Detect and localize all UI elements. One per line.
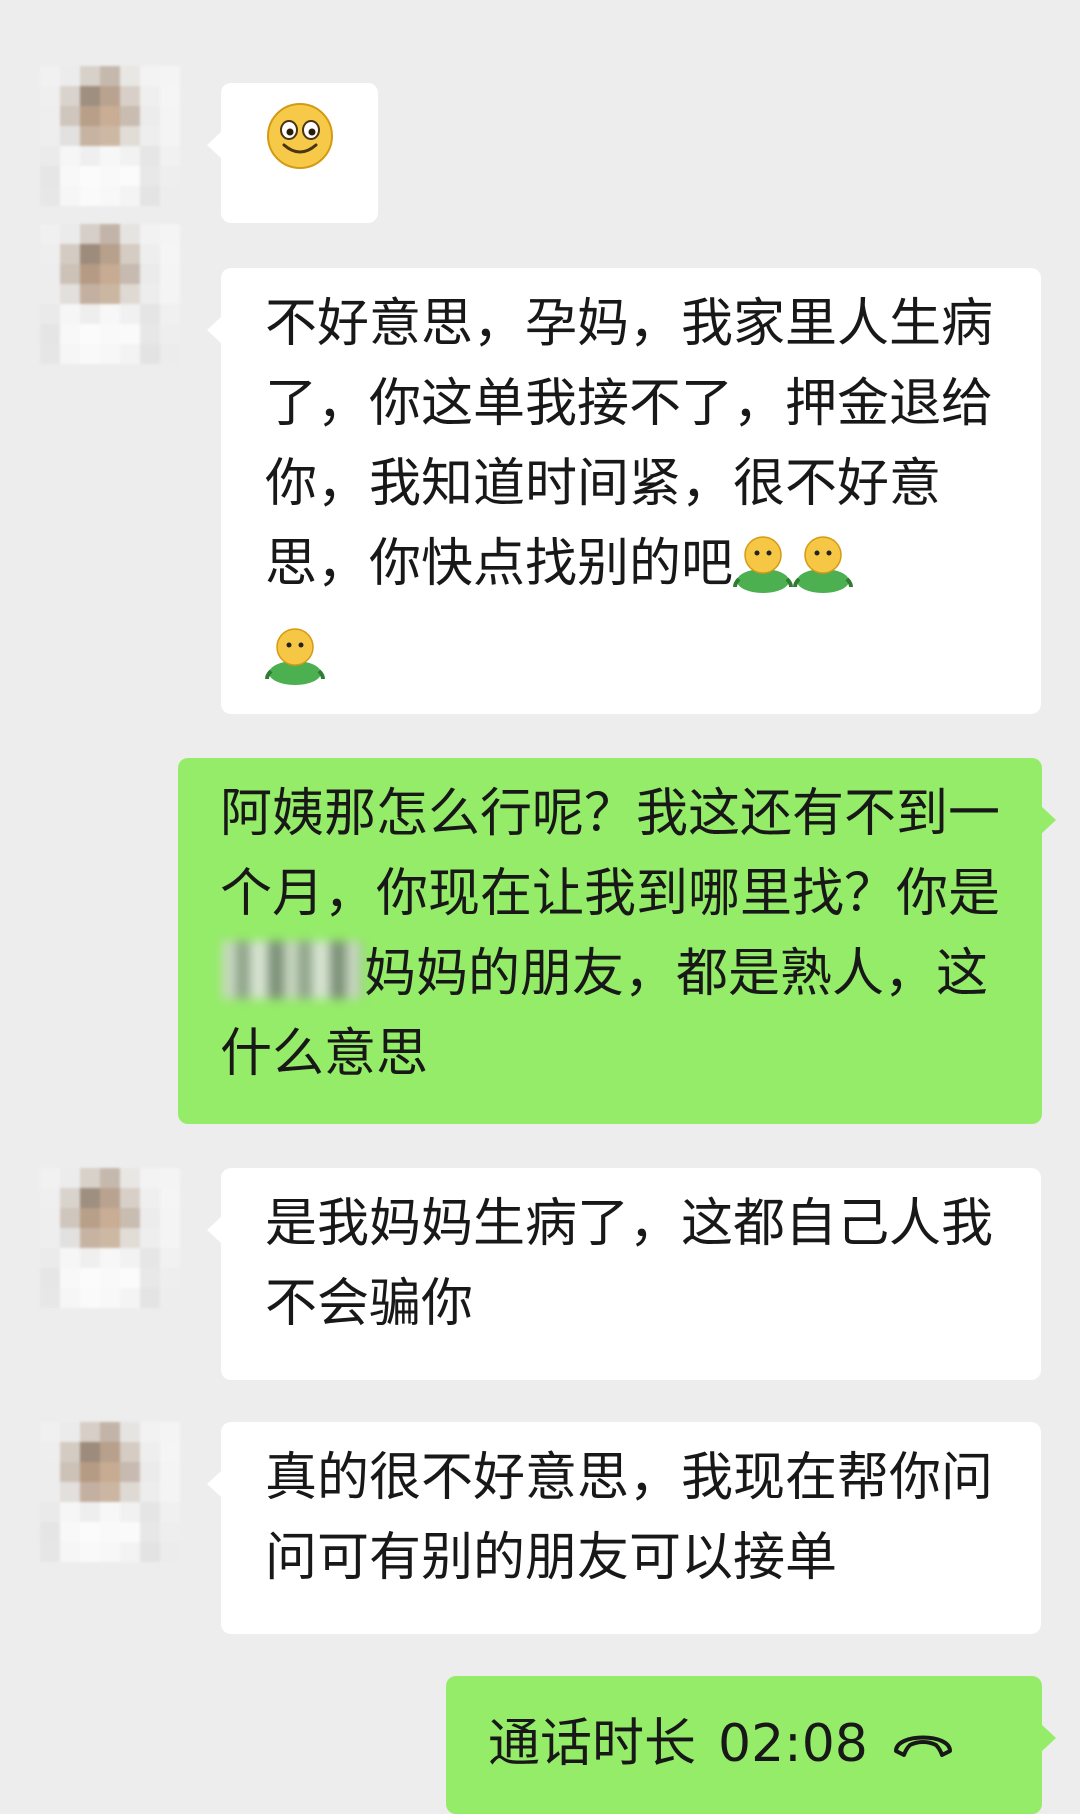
call-label: 通话时长 (488, 1714, 697, 1774)
call-duration: 02:08 (718, 1714, 868, 1774)
smiley-emoji-icon (265, 101, 335, 194)
message-bubble-self[interactable]: 阿姨那怎么行呢？我这还有不到一个月，你现在让我到哪里找？你是妈妈的朋友，都是熟人… (178, 758, 1056, 1124)
green-person-emoji-icon (265, 623, 325, 708)
message-text-before-blur: 阿姨那怎么行呢？我这还有不到一个月，你现在让我到哪里找？你是 (220, 784, 1001, 924)
green-person-emoji-icon (733, 531, 794, 616)
avatar[interactable] (40, 1422, 180, 1562)
message-bubble-text[interactable]: 是我妈妈生病了，这都自己人我不会骗你 (207, 1168, 1041, 1380)
avatar[interactable] (40, 224, 180, 364)
call-record-bubble[interactable]: 通话时长 02:08 (446, 1676, 1056, 1814)
message-bubble-text[interactable]: 真的很不好意思，我现在帮你问问可有别的朋友可以接单 (207, 1422, 1041, 1634)
avatar-mosaic (40, 1422, 180, 1562)
blurred-name (222, 941, 362, 999)
message-bubble-text[interactable]: 不好意思，孕妈，我家里人生病了，你这单我接不了，押金退给你，我知道时间紧，很不好… (207, 268, 1041, 714)
avatar-mosaic (40, 66, 180, 206)
call-record-row: 通话时长 02:08 (488, 1704, 1008, 1784)
message-bubble-emoji[interactable] (207, 83, 378, 223)
message-text: 不好意思，孕妈，我家里人生病了，你这单我接不了，押金退给你，我知道时间紧，很不好… (265, 294, 994, 594)
avatar-mosaic (40, 224, 180, 364)
phone-hangup-icon (890, 1704, 956, 1784)
avatar[interactable] (40, 66, 180, 206)
message-text: 真的很不好意思，我现在帮你问问可有别的朋友可以接单 (265, 1448, 994, 1588)
green-person-emoji-icon (793, 531, 854, 616)
avatar[interactable] (40, 1168, 180, 1308)
avatar-mosaic (40, 1168, 180, 1308)
message-text: 是我妈妈生病了，这都自己人我不会骗你 (265, 1194, 994, 1334)
